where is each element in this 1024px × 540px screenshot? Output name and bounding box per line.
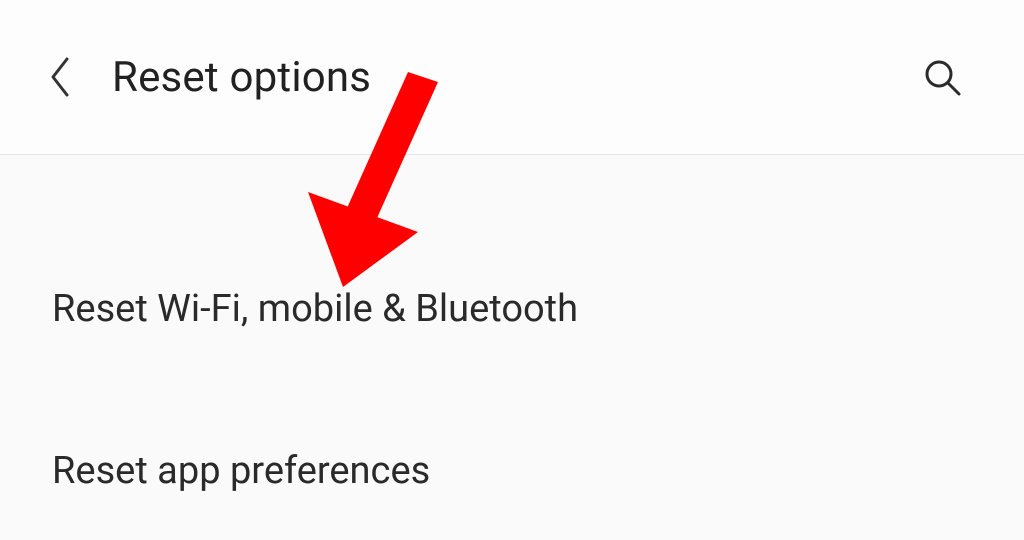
search-icon <box>922 57 962 97</box>
back-button[interactable] <box>40 57 80 97</box>
reset-wifi-mobile-bluetooth-item[interactable]: Reset Wi-Fi, mobile & Bluetooth <box>0 255 1024 363</box>
reset-app-preferences-item[interactable]: Reset app preferences <box>0 417 1024 525</box>
app-header: Reset options <box>0 0 1024 155</box>
search-button[interactable] <box>918 53 966 101</box>
reset-options-list: Reset Wi-Fi, mobile & Bluetooth Reset ap… <box>0 155 1024 525</box>
header-left: Reset options <box>40 53 371 102</box>
page-title: Reset options <box>112 53 371 102</box>
chevron-left-icon <box>47 55 73 99</box>
